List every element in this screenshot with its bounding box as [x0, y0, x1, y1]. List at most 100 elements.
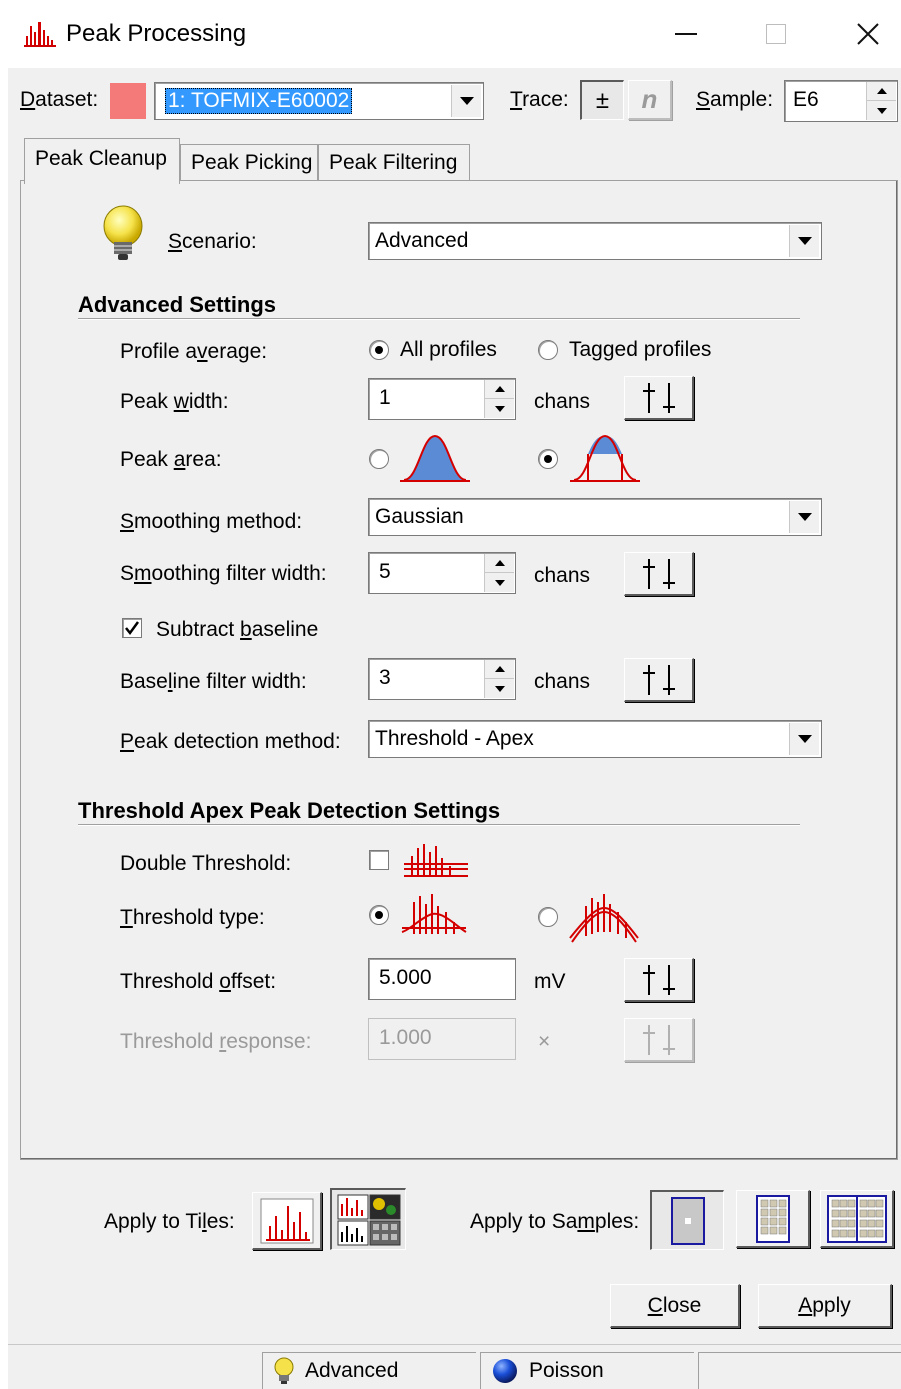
- threshold-response-input[interactable]: 1.000: [368, 1018, 516, 1060]
- close-button[interactable]: Close: [610, 1284, 740, 1328]
- threshold-offset-value: 5.000: [379, 965, 432, 989]
- baseline-filter-width-unit: chans: [534, 670, 591, 693]
- up-arrow-icon: [494, 386, 505, 392]
- chevron-down-icon: [459, 97, 474, 105]
- scenario-dropdown[interactable]: Advanced: [368, 222, 822, 260]
- threshold-response-pick-button[interactable]: [624, 1018, 694, 1062]
- blue-sphere-icon: [493, 1359, 517, 1383]
- spin-up-button[interactable]: [485, 554, 514, 573]
- status-model: Poisson: [480, 1352, 694, 1389]
- dropdown-arrow[interactable]: [789, 225, 819, 257]
- dagger-pick-icon: [642, 1024, 675, 1055]
- lightbulb-icon: [274, 1357, 294, 1384]
- dataset-dropdown[interactable]: 1: TOFMIX-E60002: [154, 82, 484, 120]
- single-sample-icon: [670, 1196, 705, 1245]
- tab-label: Peak Filtering: [329, 151, 458, 174]
- minimize-button[interactable]: [658, 14, 714, 54]
- apply-sample-row-button[interactable]: [736, 1190, 810, 1248]
- peak-width-value: 1: [379, 385, 391, 409]
- maximize-button[interactable]: [748, 14, 804, 54]
- advanced-settings-title: Advanced Settings: [78, 292, 277, 317]
- plus-minus-icon: ±: [595, 86, 610, 114]
- up-arrow-icon: [494, 560, 505, 566]
- peak-detection-method-dropdown[interactable]: Threshold - Apex: [368, 720, 822, 758]
- spin-down-button[interactable]: [485, 399, 514, 418]
- dropdown-arrow[interactable]: [789, 501, 819, 533]
- spin-up-button[interactable]: [485, 660, 514, 679]
- spin-down-button[interactable]: [485, 573, 514, 592]
- all-samples-icon: [826, 1194, 887, 1243]
- spin-up-button[interactable]: [867, 82, 896, 101]
- tab-peak-picking[interactable]: Peak Picking: [180, 144, 318, 180]
- lightbulb-icon: [103, 205, 143, 260]
- dagger-pick-icon: [642, 664, 675, 695]
- subtract-baseline-checkbox[interactable]: [122, 618, 142, 638]
- smoothing-filter-width-label: Smoothing filter width:: [120, 562, 327, 585]
- dataset-dropdown-value: 1: TOFMIX-E60002: [165, 88, 353, 114]
- spin-up-button[interactable]: [485, 380, 514, 399]
- smoothing-filter-width-spinner[interactable]: 5: [368, 552, 516, 594]
- close-button-label: Close: [647, 1293, 702, 1317]
- threshold-type-curved-radio[interactable]: [538, 907, 558, 927]
- trace-n-button[interactable]: n: [628, 80, 672, 120]
- tagged-profiles-radio[interactable]: [538, 340, 558, 360]
- curved-threshold-icon: [569, 894, 639, 943]
- peak-processing-app-icon: [24, 22, 56, 47]
- threshold-response-label: Threshold response:: [120, 1030, 312, 1053]
- section-divider: [78, 824, 800, 826]
- peak-width-unit: chans: [534, 390, 591, 413]
- smoothing-method-value: Gaussian: [375, 505, 464, 528]
- tab-label: Peak Picking: [191, 151, 313, 174]
- apply-current-tile-button[interactable]: [252, 1192, 322, 1250]
- tagged-profiles-label: Tagged profiles: [569, 338, 712, 361]
- section-divider: [78, 318, 800, 320]
- apply-button-label: Apply: [798, 1293, 851, 1317]
- peak-width-pick-button[interactable]: [624, 376, 694, 420]
- chevron-down-icon: [797, 513, 812, 521]
- apply-current-sample-button[interactable]: [650, 1190, 724, 1250]
- close-window-button[interactable]: [840, 14, 896, 54]
- apply-to-samples-label: Apply to Samples:: [470, 1210, 640, 1233]
- smoothing-filter-pick-button[interactable]: [624, 552, 694, 596]
- up-arrow-icon: [876, 88, 887, 94]
- down-arrow-icon: [876, 107, 887, 114]
- all-profiles-radio[interactable]: [369, 340, 389, 360]
- peak-area-apex-radio[interactable]: [538, 449, 558, 469]
- peak-width-spinner[interactable]: 1: [368, 378, 516, 420]
- sample-spinner[interactable]: E6: [784, 80, 898, 122]
- double-threshold-checkbox[interactable]: [369, 850, 389, 870]
- peak-area-label: Peak area:: [120, 448, 222, 471]
- threshold-offset-input[interactable]: 5.000: [368, 958, 516, 1000]
- spin-down-button[interactable]: [867, 101, 896, 120]
- threshold-offset-pick-button[interactable]: [624, 958, 694, 1002]
- down-arrow-icon: [494, 685, 505, 692]
- window-title: Peak Processing: [66, 20, 247, 47]
- apply-all-tiles-button[interactable]: [330, 1188, 406, 1250]
- trace-plusminus-button[interactable]: ±: [580, 80, 624, 120]
- dropdown-arrow[interactable]: [789, 723, 819, 755]
- smoothing-filter-width-value: 5: [379, 559, 391, 583]
- tab-peak-cleanup[interactable]: Peak Cleanup: [24, 138, 180, 184]
- radio-dot: [544, 455, 552, 463]
- baseline-filter-pick-button[interactable]: [624, 658, 694, 702]
- spin-down-button[interactable]: [485, 679, 514, 698]
- dagger-pick-icon: [642, 382, 675, 413]
- status-empty-cell: [698, 1352, 901, 1389]
- n-icon: n: [641, 84, 658, 114]
- baseline-filter-width-spinner[interactable]: 3: [368, 658, 516, 700]
- dagger-pick-icon: [642, 558, 675, 589]
- apply-button[interactable]: Apply: [758, 1284, 892, 1328]
- smoothing-method-dropdown[interactable]: Gaussian: [368, 498, 822, 536]
- status-scenario: Advanced: [262, 1352, 476, 1389]
- apply-to-tiles-label: Apply to Tiles:: [104, 1210, 235, 1233]
- peak-detection-method-label: Peak detection method:: [120, 730, 341, 753]
- apply-all-samples-button[interactable]: [820, 1190, 894, 1248]
- tab-peak-filtering[interactable]: Peak Filtering: [318, 144, 470, 180]
- peak-area-full-radio[interactable]: [369, 449, 389, 469]
- threshold-type-flat-radio[interactable]: [369, 905, 389, 925]
- status-model-text: Poisson: [529, 1359, 604, 1382]
- up-arrow-icon: [494, 666, 505, 672]
- dagger-pick-icon: [642, 964, 675, 995]
- threshold-offset-label: Threshold offset:: [120, 970, 277, 993]
- dropdown-arrow[interactable]: [451, 85, 481, 117]
